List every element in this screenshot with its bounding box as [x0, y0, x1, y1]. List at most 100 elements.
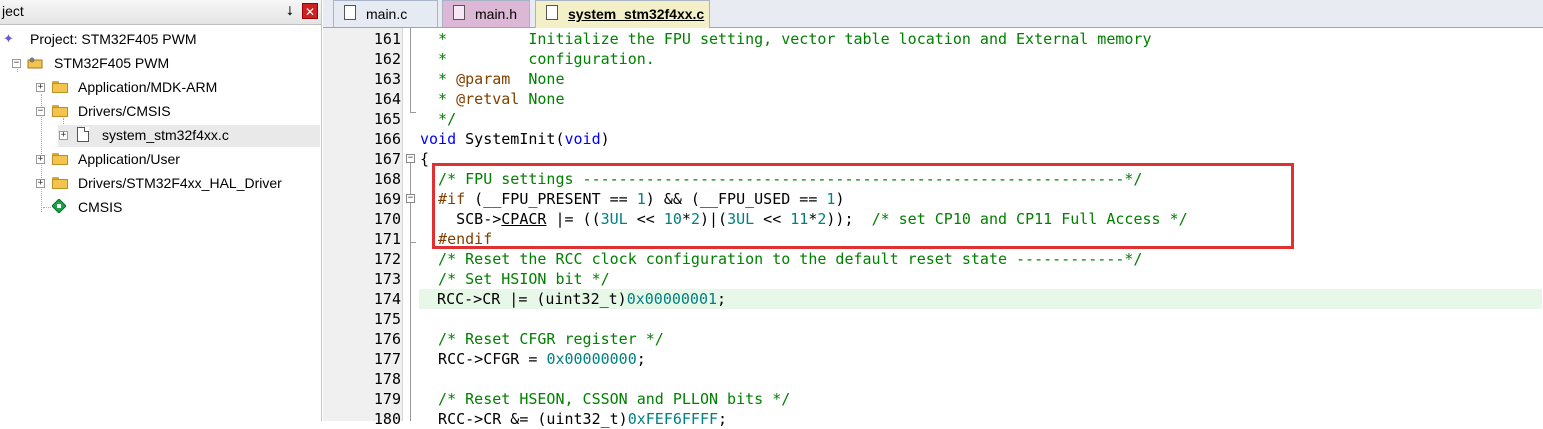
code-token: *: [420, 90, 457, 108]
folder-icon: [52, 177, 68, 189]
collapse-icon[interactable]: −: [12, 59, 21, 68]
tree-item-label: CMSIS: [78, 199, 123, 215]
code-line[interactable]: /* Reset HSEON, CSSON and PLLON bits */: [420, 389, 790, 409]
code-line[interactable]: /* FPU settings ------------------------…: [420, 169, 1142, 189]
tab-label: main.h: [475, 6, 518, 22]
line-number: 173: [373, 270, 401, 288]
file-icon: [77, 127, 89, 142]
tree-item-group[interactable]: + Application/MDK-ARM: [0, 77, 321, 99]
tree-item-label: system_stm32f4xx.c: [102, 127, 229, 143]
code-token: /* Set HSION bit */: [420, 270, 610, 288]
code-token: (__FPU_PRESENT ==: [465, 190, 637, 208]
tab-main-c[interactable]: main.c: [333, 0, 438, 27]
code-line[interactable]: /* Set HSION bit */: [420, 269, 610, 289]
tab-system-stm32f4xx-c[interactable]: system_stm32f4xx.c: [535, 0, 710, 28]
code-token: {: [420, 150, 430, 168]
line-number: 163: [373, 70, 401, 88]
code-line[interactable]: SCB->CPACR |= ((3UL << 10*2)|(3UL << 11*…: [420, 209, 1188, 229]
code-token: /* FPU settings ------------------------…: [420, 170, 1143, 188]
pin-icon[interactable]: ⭣: [283, 3, 297, 19]
tree-item-label: Drivers/STM32F4xx_HAL_Driver: [78, 175, 282, 191]
tab-main-h[interactable]: main.h: [442, 0, 530, 27]
code-token: #endif: [420, 230, 493, 248]
fold-collapse-icon[interactable]: −: [406, 194, 415, 203]
tab-label: system_stm32f4xx.c: [568, 6, 705, 22]
code-line[interactable]: #endif: [420, 229, 492, 249]
code-line[interactable]: RCC->CR &= (uint32_t)0xFEF6FFFF;: [420, 409, 727, 429]
tree-item-component[interactable]: CMSIS: [0, 197, 321, 219]
code-token: )|(: [699, 210, 728, 228]
code-line[interactable]: * @retval None: [420, 89, 564, 109]
line-number: 174: [373, 290, 401, 308]
line-number: 162: [373, 50, 401, 68]
code-token: *: [420, 70, 457, 88]
code-token: void: [420, 130, 457, 148]
code-token: */: [420, 110, 457, 128]
tree-item-group[interactable]: + Drivers/STM32F4xx_HAL_Driver: [0, 173, 321, 195]
code-token: |= ((: [546, 210, 601, 228]
tab-label: main.c: [366, 6, 408, 22]
tree-item-group[interactable]: − Drivers/CMSIS: [0, 101, 321, 123]
tree-item-group[interactable]: + Application/User: [0, 149, 321, 171]
expand-icon[interactable]: +: [36, 179, 45, 188]
line-number: 171: [373, 230, 401, 248]
line-number: 172: [373, 250, 401, 268]
tree-item-target[interactable]: − STM32F405 PWM: [0, 53, 321, 75]
code-line[interactable]: {: [420, 149, 429, 169]
code-token: 0x00000000: [546, 350, 637, 368]
tree-item-file[interactable]: + system_stm32f4xx.c: [58, 125, 320, 147]
code-line[interactable]: */: [420, 109, 456, 129]
line-number: 168: [373, 170, 401, 188]
code-line[interactable]: #if (__FPU_PRESENT == 1) && (__FPU_USED …: [420, 189, 844, 209]
code-token: 10: [663, 210, 682, 228]
code-line[interactable]: * Initialize the FPU setting, vector tab…: [420, 29, 1152, 49]
line-number: 164: [373, 90, 401, 108]
code-line[interactable]: RCC->CR |= (uint32_t)0x00000001;: [419, 289, 1542, 309]
code-token: #if: [420, 190, 466, 208]
expand-icon[interactable]: +: [59, 131, 68, 140]
line-number: 180: [373, 410, 401, 428]
tree-item-label: Drivers/CMSIS: [78, 103, 171, 119]
code-token: * Initialize the FPU setting, vector tab…: [420, 30, 1152, 48]
folder-open-icon: [52, 105, 68, 117]
tree-item-label: Project: STM32F405 PWM: [30, 31, 197, 47]
code-token: RCC->CR &= (uint32_t): [420, 410, 628, 428]
fold-collapse-icon[interactable]: −: [406, 154, 415, 163]
tree-item-label: Application/User: [78, 151, 180, 167]
fold-line: [410, 28, 411, 112]
code-line[interactable]: * configuration.: [420, 49, 655, 69]
target-icon: [27, 56, 43, 69]
code-token: /* Reset HSEON, CSSON and PLLON bits */: [420, 390, 791, 408]
code-line[interactable]: /* Reset CFGR register */: [420, 329, 664, 349]
code-token: 0xFEF6FFFF: [627, 410, 719, 428]
line-number: 178: [373, 370, 401, 388]
file-icon: [453, 5, 465, 20]
close-icon[interactable]: ✕: [302, 3, 318, 19]
line-number: 175: [373, 310, 401, 328]
code-token: ;: [718, 410, 728, 428]
code-line[interactable]: RCC->CFGR = 0x00000000;: [420, 349, 646, 369]
code-token: ));: [826, 210, 872, 228]
code-line[interactable]: * @param None: [420, 69, 565, 89]
code-token: ;: [717, 290, 727, 308]
code-token: void: [564, 130, 601, 148]
code-token: ;: [636, 350, 646, 368]
code-token: <<: [754, 210, 791, 228]
code-token: *: [681, 210, 691, 228]
tree-item-project-root[interactable]: ✦ Project: STM32F405 PWM: [0, 29, 321, 51]
code-token: * configuration.: [420, 50, 655, 68]
code-token: SCB->: [420, 210, 502, 228]
expand-icon[interactable]: +: [36, 155, 45, 164]
collapse-icon[interactable]: −: [36, 107, 45, 116]
file-icon: [546, 5, 558, 20]
code-line[interactable]: /* Reset the RCC clock configuration to …: [420, 249, 1142, 269]
code-editor[interactable]: − − 161 * Initialize the FPU setting, ve…: [323, 28, 1543, 428]
code-token: None: [510, 70, 565, 88]
code-token: 3UL: [727, 210, 755, 228]
expand-icon[interactable]: +: [36, 83, 45, 92]
code-token: @retval: [456, 90, 520, 108]
folder-icon: [52, 81, 68, 93]
fold-margin: [403, 28, 419, 421]
code-token: 0x00000001: [626, 290, 718, 308]
code-line[interactable]: void SystemInit(void): [420, 129, 610, 149]
